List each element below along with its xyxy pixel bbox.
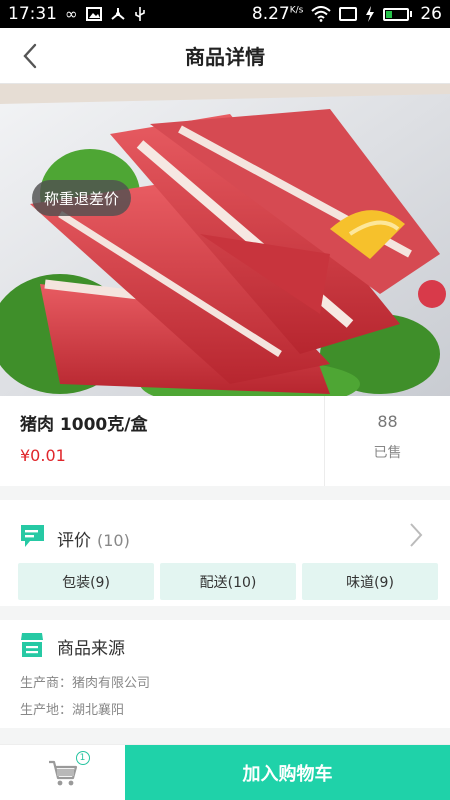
bottom-bar: 1 加入购物车 — [0, 744, 450, 800]
charging-icon — [366, 6, 375, 22]
review-section[interactable]: 评价 (10) 包装(9) 配送(10) 味道(9) — [0, 500, 450, 606]
product-info: 猪肉 1000克/盒 ¥0.01 88 已售 — [0, 396, 450, 486]
weight-refund-tag: 称重退差价 — [32, 180, 132, 216]
producer-label: 生产商： — [20, 676, 73, 691]
battery-icon — [383, 7, 413, 21]
review-title: 评价 (10) — [57, 526, 130, 551]
cart-icon — [48, 760, 77, 786]
product-name: 猪肉 1000克/盒 — [20, 415, 148, 435]
back-arrow-icon — [23, 43, 37, 69]
product-image[interactable]: 称重退差价 — [0, 84, 450, 396]
page-title: 商品详情 — [185, 45, 265, 69]
product-price: ¥0.01 — [20, 446, 66, 465]
back-button[interactable] — [16, 42, 44, 70]
status-time: 17:31 — [8, 4, 57, 24]
net-speed: 8.27 — [251, 4, 290, 24]
divider — [324, 396, 325, 486]
add-to-cart-button[interactable]: 加入购物车 — [125, 745, 450, 800]
status-bar: 17:31 ∞ 8.27K/s 26 — [0, 0, 450, 28]
review-tag-packaging[interactable]: 包装(9) — [18, 563, 154, 600]
review-tags: 包装(9) 配送(10) 味道(9) — [18, 563, 438, 600]
usb-share-icon — [110, 8, 125, 20]
wifi-icon — [311, 6, 332, 22]
battery-level: 26 — [420, 4, 442, 24]
review-title-label: 评价 — [57, 531, 91, 551]
producer-row: 生产商：猪肉有限公司 — [20, 672, 150, 691]
nav-bar: 商品详情 — [0, 28, 450, 84]
cart-count-badge: 1 — [75, 751, 90, 765]
review-tag-delivery[interactable]: 配送(10) — [160, 563, 296, 600]
chevron-right-icon[interactable] — [408, 522, 424, 548]
origin-title: 商品来源 — [57, 639, 125, 659]
image-icon — [85, 7, 102, 21]
infinity-icon: ∞ — [65, 5, 78, 23]
screen-icon — [339, 7, 358, 21]
review-count: (10) — [97, 531, 130, 550]
review-tag-taste[interactable]: 味道(9) — [302, 563, 438, 600]
producer-value: 猪肉有限公司 — [72, 676, 151, 691]
place-value: 湖北襄阳 — [72, 703, 125, 718]
comment-icon — [21, 525, 44, 547]
place-label: 生产地： — [20, 703, 73, 718]
origin-section: 商品来源 生产商：猪肉有限公司 生产地：湖北襄阳 — [0, 620, 450, 728]
net-speed-unit: K/s — [289, 5, 304, 16]
sold-label: 已售 — [373, 445, 402, 461]
cart-button[interactable]: 1 — [0, 745, 125, 800]
pork-ribs-image — [0, 84, 450, 396]
usb-icon — [134, 7, 145, 21]
place-row: 生产地：湖北襄阳 — [20, 699, 124, 718]
store-icon — [21, 633, 43, 657]
sold-count: 88 — [377, 412, 398, 431]
